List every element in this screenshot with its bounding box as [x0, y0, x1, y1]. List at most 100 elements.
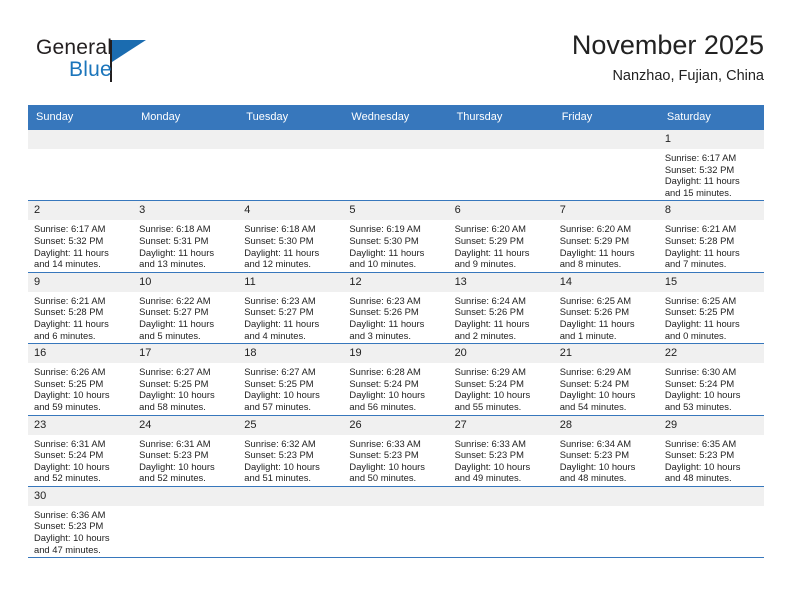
day-detail-sunset: Sunset: 5:29 PM — [559, 234, 630, 246]
day-number: 27 — [448, 415, 554, 435]
day-detail-sunset: Sunset: 5:25 PM — [34, 377, 104, 389]
day-detail-sunset: Sunset: 5:23 PM — [139, 449, 209, 461]
calendar-day-cell[interactable]: 19 Sunrise: 6:28 AM Sunset: 5:24 PM Dayligh… — [343, 343, 449, 415]
calendar-day-cell[interactable]: 18 Sunrise: 6:27 AM Sunset: 5:25 PM Dayligh… — [238, 343, 344, 415]
calendar-cell-inner: 26 Sunrise: 6:33 AM Sunset: 5:23 PM Dayligh… — [343, 415, 449, 486]
day-detail-sunrise: Sunrise: 6:27 AM — [244, 366, 316, 378]
calendar-cell-inner: 23 Sunrise: 6:31 AM Sunset: 5:24 PM Dayligh… — [28, 415, 134, 486]
calendar-cell-inner — [448, 130, 554, 200]
calendar-day-cell[interactable]: 29 Sunrise: 6:35 AM Sunset: 5:23 PM Dayligh… — [658, 414, 764, 487]
general-blue-logo[interactable]: General Blue — [36, 36, 176, 90]
day-detail-daylight2: and 48 minutes. — [664, 472, 732, 484]
calendar-table: Sunday Monday Tuesday Wednesday Thursday… — [28, 105, 764, 559]
calendar-day-cell[interactable]: 23 Sunrise: 6:31 AM Sunset: 5:24 PM Dayligh… — [28, 414, 134, 487]
day-detail-daylight1: Daylight: 10 hours — [139, 460, 215, 472]
day-detail-sunset: Sunset: 5:23 PM — [559, 449, 630, 461]
calendar-day-cell[interactable]: 6 Sunrise: 6:20 AM Sunset: 5:29 PM Daylight… — [448, 200, 554, 273]
day-detail-daylight1: Daylight: 10 hours — [34, 389, 110, 401]
day-detail-daylight2: and 7 minutes. — [664, 258, 727, 270]
calendar-day-cell[interactable]: 17 Sunrise: 6:27 AM Sunset: 5:25 PM Dayligh… — [133, 343, 239, 415]
calendar-day-cell[interactable]: 16 Sunrise: 6:26 AM Sunset: 5:25 PM Dayligh… — [28, 343, 134, 415]
calendar-day-cell[interactable]: 24 Sunrise: 6:31 AM Sunset: 5:23 PM Dayligh… — [133, 414, 239, 487]
day-number: 30 — [28, 486, 134, 506]
day-number — [238, 486, 344, 506]
day-number — [133, 486, 239, 506]
calendar-week-row: 16 Sunrise: 6:26 AM Sunset: 5:25 PM Dayligh… — [28, 343, 764, 415]
day-number: 1 — [658, 130, 764, 149]
day-detail-daylight1: Daylight: 11 hours — [664, 175, 740, 187]
calendar-day-cell[interactable]: 10 Sunrise: 6:22 AM Sunset: 5:27 PM Dayligh… — [133, 271, 239, 344]
calendar-cell-empty — [343, 485, 449, 559]
calendar-day-cell[interactable]: 9 Sunrise: 6:21 AM Sunset: 5:28 PM Daylight… — [28, 271, 134, 344]
calendar-cell-empty — [658, 485, 764, 559]
calendar-week-row: 9 Sunrise: 6:21 AM Sunset: 5:28 PM Daylight… — [28, 271, 764, 344]
day-detail-sunrise: Sunrise: 6:34 AM — [559, 437, 632, 449]
day-detail-daylight2: and 53 minutes. — [664, 400, 732, 412]
day-detail-sunrise: Sunrise: 6:29 AM — [559, 366, 632, 378]
weekday-header-friday: Friday — [553, 105, 659, 130]
day-detail-daylight1: Daylight: 11 hours — [139, 317, 215, 329]
calendar-cell-inner — [238, 130, 344, 200]
calendar-day-cell[interactable]: 4 Sunrise: 6:18 AM Sunset: 5:30 PM Daylight… — [238, 200, 344, 273]
day-detail-sunrise: Sunrise: 6:35 AM — [664, 437, 737, 449]
day-number: 6 — [448, 201, 554, 221]
calendar-day-cell[interactable]: 14 Sunrise: 6:25 AM Sunset: 5:26 PM Dayligh… — [553, 271, 659, 344]
day-detail-daylight1: Daylight: 10 hours — [34, 460, 110, 472]
day-details: Sunrise: 6:23 AM Sunset: 5:27 PM Daylight:… — [238, 292, 343, 343]
day-detail-sunrise: Sunrise: 6:17 AM — [664, 152, 737, 163]
calendar-day-cell[interactable]: 3 Sunrise: 6:18 AM Sunset: 5:31 PM Daylight… — [133, 200, 239, 273]
calendar-day-cell[interactable]: 25 Sunrise: 6:32 AM Sunset: 5:23 PM Dayligh… — [238, 414, 344, 487]
calendar-day-cell[interactable]: 15 Sunrise: 6:25 AM Sunset: 5:25 PM Dayligh… — [658, 271, 764, 344]
calendar-day-cell[interactable]: 20 Sunrise: 6:29 AM Sunset: 5:24 PM Dayligh… — [448, 343, 554, 415]
calendar-cell-empty — [238, 485, 344, 559]
day-detail-sunset: Sunset: 5:31 PM — [139, 234, 209, 246]
day-detail-daylight1: Daylight: 11 hours — [349, 246, 425, 258]
calendar-cell-inner: 27 Sunrise: 6:33 AM Sunset: 5:23 PM Dayligh… — [448, 415, 554, 486]
logo-text-blue: Blue — [69, 58, 112, 81]
day-number: 26 — [343, 415, 449, 435]
day-detail-sunrise: Sunrise: 6:33 AM — [349, 437, 421, 449]
calendar-day-cell[interactable]: 11 Sunrise: 6:23 AM Sunset: 5:27 PM Dayligh… — [238, 271, 344, 344]
day-detail-daylight1: Daylight: 10 hours — [244, 460, 320, 472]
calendar-cell-inner: 9 Sunrise: 6:21 AM Sunset: 5:28 PM Daylight… — [28, 272, 134, 343]
calendar-day-cell[interactable]: 13 Sunrise: 6:24 AM Sunset: 5:26 PM Dayligh… — [448, 271, 554, 344]
calendar-day-cell[interactable]: 22 Sunrise: 6:30 AM Sunset: 5:24 PM Dayligh… — [658, 343, 764, 415]
calendar-day-cell[interactable]: 8 Sunrise: 6:21 AM Sunset: 5:28 PM Daylight… — [658, 200, 764, 273]
day-detail-daylight1: Daylight: 11 hours — [559, 246, 635, 258]
calendar-cell-inner: 6 Sunrise: 6:20 AM Sunset: 5:29 PM Daylight… — [448, 201, 554, 271]
calendar-day-cell[interactable]: 21 Sunrise: 6:29 AM Sunset: 5:24 PM Dayligh… — [553, 343, 659, 415]
calendar-day-cell[interactable]: 27 Sunrise: 6:33 AM Sunset: 5:23 PM Dayligh… — [448, 414, 554, 487]
day-detail-sunrise: Sunrise: 6:24 AM — [454, 294, 526, 306]
calendar-day-cell[interactable]: 12 Sunrise: 6:23 AM Sunset: 5:26 PM Dayligh… — [343, 271, 449, 344]
day-detail-daylight2: and 56 minutes. — [349, 400, 417, 412]
day-details: Sunrise: 6:25 AM Sunset: 5:26 PM Daylight:… — [554, 292, 659, 343]
day-detail-daylight1: Daylight: 11 hours — [34, 246, 109, 258]
calendar-day-cell[interactable]: 28 Sunrise: 6:34 AM Sunset: 5:23 PM Dayligh… — [553, 414, 659, 487]
day-number: 9 — [28, 272, 134, 292]
day-details: Sunrise: 6:17 AM Sunset: 5:32 PM Daylight:… — [659, 149, 764, 200]
calendar-cell-inner — [133, 130, 239, 200]
day-details: Sunrise: 6:23 AM Sunset: 5:26 PM Daylight:… — [343, 292, 448, 343]
calendar-cell-inner: 1 Sunrise: 6:17 AM Sunset: 5:32 PM Daylight… — [658, 130, 764, 200]
day-number: 24 — [133, 415, 239, 435]
day-details: Sunrise: 6:31 AM Sunset: 5:23 PM Daylight:… — [133, 435, 238, 486]
day-detail-daylight2: and 52 minutes. — [34, 472, 101, 484]
day-detail-daylight1: Daylight: 10 hours — [349, 460, 425, 472]
day-details: Sunrise: 6:29 AM Sunset: 5:24 PM Daylight:… — [554, 363, 659, 414]
calendar-day-cell[interactable]: 7 Sunrise: 6:20 AM Sunset: 5:29 PM Daylight… — [553, 200, 659, 273]
calendar-day-cell[interactable]: 26 Sunrise: 6:33 AM Sunset: 5:23 PM Dayligh… — [343, 414, 449, 487]
day-details: Sunrise: 6:33 AM Sunset: 5:23 PM Daylight:… — [449, 435, 554, 486]
day-detail-daylight2: and 10 minutes. — [349, 258, 417, 270]
calendar-day-cell[interactable]: 2 Sunrise: 6:17 AM Sunset: 5:32 PM Daylight… — [28, 200, 134, 273]
day-detail-sunset: Sunset: 5:24 PM — [454, 377, 524, 389]
day-detail-daylight2: and 1 minute. — [559, 329, 617, 341]
calendar-day-cell[interactable]: 30 Sunrise: 6:36 AM Sunset: 5:23 PM Dayligh… — [28, 485, 134, 559]
calendar-cell-empty — [448, 485, 554, 559]
calendar-day-cell[interactable]: 1 Sunrise: 6:17 AM Sunset: 5:32 PM Daylight… — [658, 128, 764, 201]
calendar-cell-inner: 30 Sunrise: 6:36 AM Sunset: 5:23 PM Dayligh… — [28, 486, 134, 557]
weekday-header-tuesday: Tuesday — [238, 105, 344, 130]
day-detail-sunrise: Sunrise: 6:21 AM — [664, 223, 737, 235]
day-detail-sunset: Sunset: 5:23 PM — [34, 520, 104, 532]
calendar-cell-inner: 11 Sunrise: 6:23 AM Sunset: 5:27 PM Dayligh… — [238, 272, 344, 343]
calendar-day-cell[interactable]: 5 Sunrise: 6:19 AM Sunset: 5:30 PM Daylight… — [343, 200, 449, 273]
